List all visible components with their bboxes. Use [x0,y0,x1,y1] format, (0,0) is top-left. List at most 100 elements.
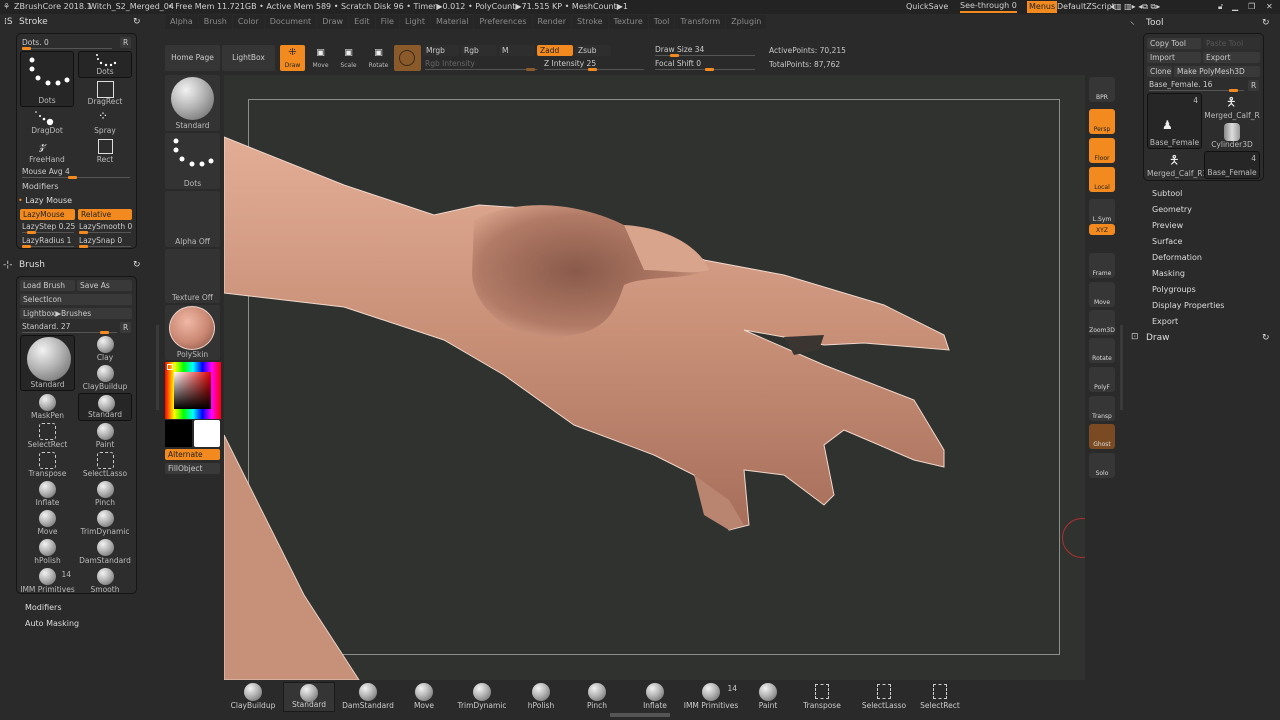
brush-trimdynamic[interactable]: TrimDynamic [78,509,132,537]
tool-section-subtool[interactable]: Subtool [1152,189,1182,198]
tool-thumb-merged-calf-r1[interactable]: 🯅︎ Merged_Calf_R1 [1147,151,1207,179]
menu-texture[interactable]: Texture [608,15,648,29]
menu-preferences[interactable]: Preferences [474,15,532,29]
tool-section-geometry[interactable]: Geometry [1152,205,1192,214]
lazysnap-slider[interactable]: LazySnap 0 [79,236,131,248]
main-color-swatch[interactable] [165,420,192,447]
bottom-brush-transpose[interactable]: Transpose [801,682,843,712]
material-thumbnail[interactable]: PolySkin [165,305,220,360]
color-saturation-square[interactable] [174,372,211,409]
tool-thumb-merged-calf-r[interactable]: 🯅︎ Merged_Calf_R [1204,93,1260,121]
menu-material[interactable]: Material [430,15,474,29]
shelf-rotate[interactable]: Rotate [1089,338,1115,363]
scale-mode-button[interactable]: ▣ Scale [336,45,361,71]
brush-slider[interactable]: Standard. 27 [22,322,117,334]
palette-popout-icon[interactable]: ↻ [133,258,141,272]
menu-zplugin[interactable]: Zplugin [726,15,767,29]
bottom-brush-move[interactable]: Move [402,682,446,712]
import-button[interactable]: Import [1147,52,1201,63]
menu-draw[interactable]: Draw [317,15,349,29]
brush-imm-primitives[interactable]: IMM Primitives 14 [20,567,75,595]
fillobject-button[interactable]: FillObject [165,463,220,474]
current-stroke-thumbnail[interactable]: Dots [165,133,220,189]
brush-smooth[interactable]: Smooth [78,567,132,595]
menus-toggle[interactable]: Menus [1027,1,1058,13]
brush-claybuildup[interactable]: ClayBuildup [78,364,132,392]
brush-pinch[interactable]: Pinch [78,480,132,508]
stroke-dragdot[interactable]: DragDot [20,108,74,136]
palette-popout-icon[interactable]: ↻ [1262,331,1270,345]
brush-selectlasso[interactable]: SelectLasso [78,451,132,479]
draw-size-slider[interactable]: Draw Size 34 [655,45,755,57]
shelf-lsym[interactable]: L.Sym [1089,199,1115,224]
brush-transpose[interactable]: Transpose [20,451,75,479]
brush-paint[interactable]: Paint [78,422,132,450]
draw-palette-header[interactable]: ⊡ Draw ↻ [1123,330,1280,346]
brush-standard[interactable]: Standard [20,335,75,391]
bottom-brush-imm-primitives[interactable]: IMM Primitives 14 [683,682,739,712]
color-picker[interactable] [165,362,221,419]
reset-button[interactable]: R [1248,80,1259,91]
tool-section-masking[interactable]: Masking [1152,269,1185,278]
left-tray-scrollbar[interactable] [156,325,159,410]
dots-slider[interactable]: Dots. 0 [22,38,112,50]
tool-thumb-cylinder3d[interactable]: Cylinder3D [1204,122,1260,150]
menu-document[interactable]: Document [264,15,317,29]
shelf-ghost[interactable]: Ghost [1089,424,1115,449]
lightbox-brushes-button[interactable]: Lightbox▶Brushes [20,308,132,319]
brush-inflate[interactable]: Inflate [20,480,75,508]
brush-damstandard[interactable]: DamStandard [78,538,132,566]
restore-icon[interactable]: ❐ [1248,0,1255,14]
stroke-spray[interactable]: ⁘ Spray [78,108,132,136]
stroke-freehand[interactable]: 𝓏 FreeHand [20,137,74,165]
alpha-thumbnail[interactable]: Alpha Off [165,191,220,247]
shelf-floor[interactable]: Floor [1089,138,1115,163]
shelf-zoom3d[interactable]: Zoom3D [1089,310,1115,335]
tool-palette-title[interactable]: Tool [1146,16,1163,30]
lazysmooth-slider[interactable]: LazySmooth 0 [79,222,132,234]
minimize-icon[interactable]: ▁ [1232,0,1238,14]
mrgb-button[interactable]: Mrgb [423,45,459,56]
stroke-palette-title[interactable]: Stroke [19,15,48,29]
lightbox-button[interactable]: LightBox [222,45,275,71]
brush-standard[interactable]: Standard [78,393,132,421]
focal-shift-slider[interactable]: Focal Shift 0 [655,59,755,71]
select-icon-button[interactable]: SelectIcon [20,294,132,305]
move-mode-button[interactable]: ▣ Move [308,45,333,71]
tool-section-deformation[interactable]: Deformation [1152,253,1202,262]
menu-color[interactable]: Color [232,15,264,29]
shelf-transp[interactable]: Transp [1089,396,1115,421]
bottom-brush-paint[interactable]: Paint [747,682,789,712]
menu-file[interactable]: File [375,15,399,29]
menu-tool[interactable]: Tool [648,15,675,29]
material-mode-button[interactable] [394,45,421,71]
menu-transform[interactable]: Transform [675,15,726,29]
bottom-brush-trimdynamic[interactable]: TrimDynamic [456,682,508,712]
default-zscript-button[interactable]: DefaultZScript [1057,0,1115,14]
stroke-dots-selected[interactable]: Dots [20,51,74,107]
rgb-button[interactable]: Rgb [461,45,497,56]
tool-section-surface[interactable]: Surface [1152,237,1182,246]
brush-move[interactable]: Move [20,509,75,537]
rotate-mode-button[interactable]: ▣ Rotate [366,45,391,71]
close-icon[interactable]: ✕ [1266,0,1273,14]
rgb-intensity-slider[interactable]: Rgb Intensity [425,59,537,71]
export-button[interactable]: Export [1203,52,1260,63]
lazystep-slider[interactable]: LazyStep 0.25 [22,222,75,234]
bottom-brush-hpolish[interactable]: hPolish [519,682,563,712]
secondary-color-swatch[interactable] [194,420,220,447]
brush-hpolish[interactable]: hPolish [20,538,75,566]
shelf-persp[interactable]: Persp [1089,109,1115,134]
load-brush-button[interactable]: Load Brush [20,280,75,291]
layout-icons[interactable]: ◂▥ ▥▸ ◂⧉ ⧉▸ [1110,0,1160,14]
menu-stroke[interactable]: Stroke [572,15,608,29]
stroke-dots[interactable]: Dots [78,51,132,78]
tool-thumb-base-female-2[interactable]: 4 Base_Female [1204,151,1260,179]
color-hue-marker[interactable] [167,364,173,370]
bottom-brush-pinch[interactable]: Pinch [575,682,619,712]
reset-button[interactable]: R [120,322,131,333]
tool-section-polygroups[interactable]: Polygroups [1152,285,1196,294]
zadd-button[interactable]: Zadd [537,45,573,56]
brush-clay[interactable]: Clay [78,335,132,363]
paste-tool-button[interactable]: Paste Tool [1203,38,1260,49]
